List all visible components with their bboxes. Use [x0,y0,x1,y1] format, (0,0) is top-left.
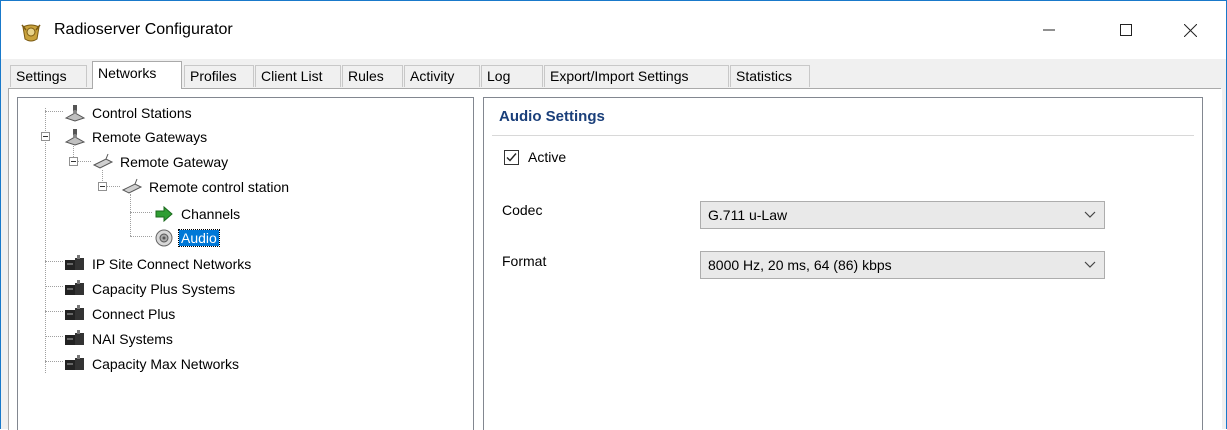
app-window: Radioserver Configurator Settings Networ… [0,0,1227,430]
close-button[interactable] [1167,1,1213,59]
network-system-icon [65,305,84,321]
tree-item-remote-control-station[interactable]: Remote control station [121,175,291,197]
tree-connector [45,311,63,312]
tree-connector [45,286,63,287]
format-select[interactable]: 8000 Hz, 20 ms, 64 (86) kbps [700,251,1105,279]
active-label: Active [528,149,567,165]
tab-rules[interactable]: Rules [342,65,403,87]
network-node-icon [64,105,86,122]
checkmark-icon [506,153,517,162]
tab-log[interactable]: Log [481,65,543,87]
tree-connector [45,261,63,262]
network-system-icon [65,330,84,346]
tree-item-ip-site-connect-networks[interactable]: IP Site Connect Networks [64,252,253,274]
section-title: Audio Settings [499,108,605,125]
green-arrow-icon [155,206,173,223]
maximize-icon [1120,24,1132,36]
tree-item-remote-gateways[interactable]: Remote Gateways [64,125,209,147]
close-icon [1183,23,1197,37]
tree-item-capacity-max-networks[interactable]: Capacity Max Networks [64,352,241,374]
codec-select[interactable]: G.711 u-Law [700,201,1105,229]
gateway-icon [121,179,143,194]
chevron-down-icon [1084,202,1096,236]
tree-connector [45,111,63,112]
tab-strip: Settings Networks Profiles Client List R… [1,59,1226,89]
collapse-remote-gateways[interactable] [41,132,50,141]
tree-connector [45,336,63,337]
window-title: Radioserver Configurator [54,21,233,38]
codec-label: Codec [502,202,543,218]
tree-connector [45,361,63,362]
title-bar: Radioserver Configurator [1,1,1226,59]
tab-profiles[interactable]: Profiles [184,65,254,87]
format-label: Format [502,253,547,269]
tree-item-remote-gateway[interactable]: Remote Gateway [92,150,230,172]
format-value: 8000 Hz, 20 ms, 64 (86) kbps [708,257,892,273]
tree-connector [45,108,46,373]
tree-item-control-stations[interactable]: Control Stations [64,101,194,123]
gateway-icon [92,154,114,169]
active-checkbox[interactable] [504,150,519,165]
tab-networks[interactable]: Networks [92,61,182,89]
tab-export-import-settings[interactable]: Export/Import Settings [544,65,729,87]
network-system-icon [65,280,84,296]
tree-item-nai-systems[interactable]: NAI Systems [64,327,175,349]
tree-item-audio[interactable]: Audio [153,226,220,248]
maximize-button[interactable] [1103,1,1149,59]
tab-activity[interactable]: Activity [404,65,480,87]
minimize-icon [1043,29,1055,31]
network-system-icon [65,355,84,371]
tab-settings[interactable]: Settings [10,65,87,87]
minimize-button[interactable] [1026,1,1072,59]
tab-client-list[interactable]: Client List [255,65,341,87]
codec-value: G.711 u-Law [708,207,788,223]
tree-connector [130,194,131,236]
network-tree[interactable]: Control Stations Remote Gateways Remote … [17,97,474,430]
tree-item-channels[interactable]: Channels [153,202,242,224]
app-logo-icon [21,24,41,42]
tree-connector [130,212,152,213]
tree-connector [130,236,152,237]
collapse-remote-control-station[interactable] [98,182,107,191]
speaker-icon [155,229,173,247]
tree-item-capacity-plus-systems[interactable]: Capacity Plus Systems [64,277,237,299]
tab-statistics[interactable]: Statistics [730,65,810,87]
section-divider [492,135,1194,136]
chevron-down-icon [1084,252,1096,286]
network-node-icon [64,129,86,146]
network-system-icon [65,255,84,271]
tree-item-connect-plus[interactable]: Connect Plus [64,302,177,324]
collapse-remote-gateway[interactable] [69,157,78,166]
audio-settings-panel: Audio Settings Active Codec G.711 u-Law … [483,97,1203,430]
